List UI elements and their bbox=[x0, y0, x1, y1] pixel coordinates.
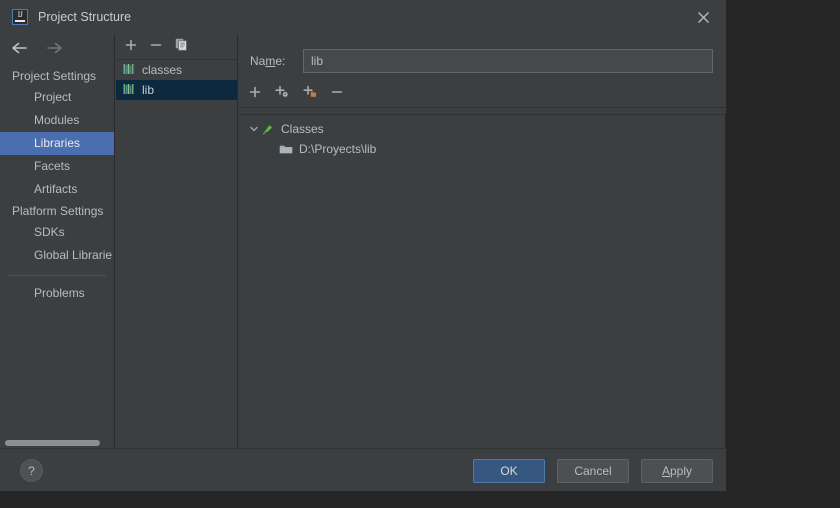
name-row: Name: bbox=[239, 47, 726, 75]
sidebar-item-problems[interactable]: Problems bbox=[0, 282, 114, 305]
screen: IJ Project Structure Project Settings Pr… bbox=[0, 0, 840, 508]
dialog-body: Project Settings Project Modules Librari… bbox=[0, 34, 726, 448]
list-item-label: lib bbox=[142, 83, 155, 97]
arrow-left-icon[interactable] bbox=[12, 42, 28, 54]
sidebar-item-modules[interactable]: Modules bbox=[0, 109, 114, 132]
library-icon bbox=[123, 83, 136, 98]
library-roots-tree: Classes D:\Proyects\lib bbox=[239, 114, 726, 448]
window-title: Project Structure bbox=[38, 10, 132, 24]
sidebar-item-global-libraries[interactable]: Global Librarie bbox=[0, 244, 114, 267]
settings-sidebar: Project Settings Project Modules Librari… bbox=[0, 34, 115, 448]
intellij-idea-logo-icon: IJ bbox=[12, 9, 28, 25]
project-structure-dialog: IJ Project Structure Project Settings Pr… bbox=[0, 0, 726, 491]
add-library-button[interactable] bbox=[125, 38, 137, 56]
library-icon bbox=[123, 63, 136, 78]
add-from-maven-button[interactable] bbox=[275, 85, 289, 103]
remove-library-button[interactable] bbox=[150, 38, 162, 56]
list-item[interactable]: lib bbox=[116, 80, 237, 100]
sidebar-item-sdks[interactable]: SDKs bbox=[0, 221, 114, 244]
apply-button[interactable]: Apply bbox=[641, 459, 713, 483]
help-button[interactable]: ? bbox=[20, 459, 43, 482]
ok-button[interactable]: OK bbox=[473, 459, 545, 483]
library-detail-panel: Name: lib Classes D:\Proyects\lib bbox=[239, 34, 726, 448]
cancel-button[interactable]: Cancel bbox=[557, 459, 629, 483]
tree-row-label: Classes bbox=[281, 122, 324, 136]
tree-row-label: D:\Proyects\lib bbox=[299, 142, 377, 156]
name-input[interactable] bbox=[303, 49, 713, 73]
nav-group-project-settings: Project Settings bbox=[12, 69, 97, 83]
sidebar-item-libraries[interactable]: Libraries bbox=[0, 132, 114, 155]
classes-root-icon bbox=[261, 123, 275, 136]
add-from-directory-button[interactable] bbox=[303, 85, 317, 103]
dialog-footer: ? OK Cancel Apply bbox=[0, 448, 726, 491]
tree-row[interactable]: Classes bbox=[239, 119, 725, 139]
sidebar-item-facets[interactable]: Facets bbox=[0, 155, 114, 178]
arrow-right-icon[interactable] bbox=[46, 42, 62, 54]
add-root-button[interactable] bbox=[249, 85, 261, 103]
nav-group-platform-settings: Platform Settings bbox=[12, 204, 104, 218]
chevron-down-icon[interactable] bbox=[247, 124, 261, 134]
settings-nav-list: Project Settings Project Modules Librari… bbox=[0, 66, 114, 305]
sidebar-item-artifacts[interactable]: Artifacts bbox=[0, 178, 114, 201]
copy-library-button[interactable] bbox=[175, 38, 188, 56]
nav-arrows bbox=[0, 34, 114, 62]
close-icon[interactable] bbox=[680, 0, 726, 34]
sidebar-item-project[interactable]: Project bbox=[0, 86, 114, 109]
list-item[interactable]: classes bbox=[116, 60, 237, 80]
remove-root-button[interactable] bbox=[331, 85, 343, 103]
dialog-buttons: OK Cancel Apply bbox=[473, 459, 713, 483]
library-roots-toolbar bbox=[239, 81, 726, 108]
library-list: classes lib bbox=[116, 60, 237, 100]
sidebar-horizontal-scrollbar[interactable] bbox=[5, 440, 100, 446]
tree-row[interactable]: D:\Proyects\lib bbox=[239, 139, 725, 159]
title-bar: IJ Project Structure bbox=[0, 0, 726, 34]
library-list-panel: classes lib bbox=[116, 34, 238, 448]
library-list-toolbar bbox=[116, 34, 237, 60]
name-label: Name: bbox=[250, 54, 286, 68]
sidebar-divider bbox=[8, 275, 106, 276]
folder-icon bbox=[279, 143, 293, 155]
list-item-label: classes bbox=[142, 63, 183, 77]
